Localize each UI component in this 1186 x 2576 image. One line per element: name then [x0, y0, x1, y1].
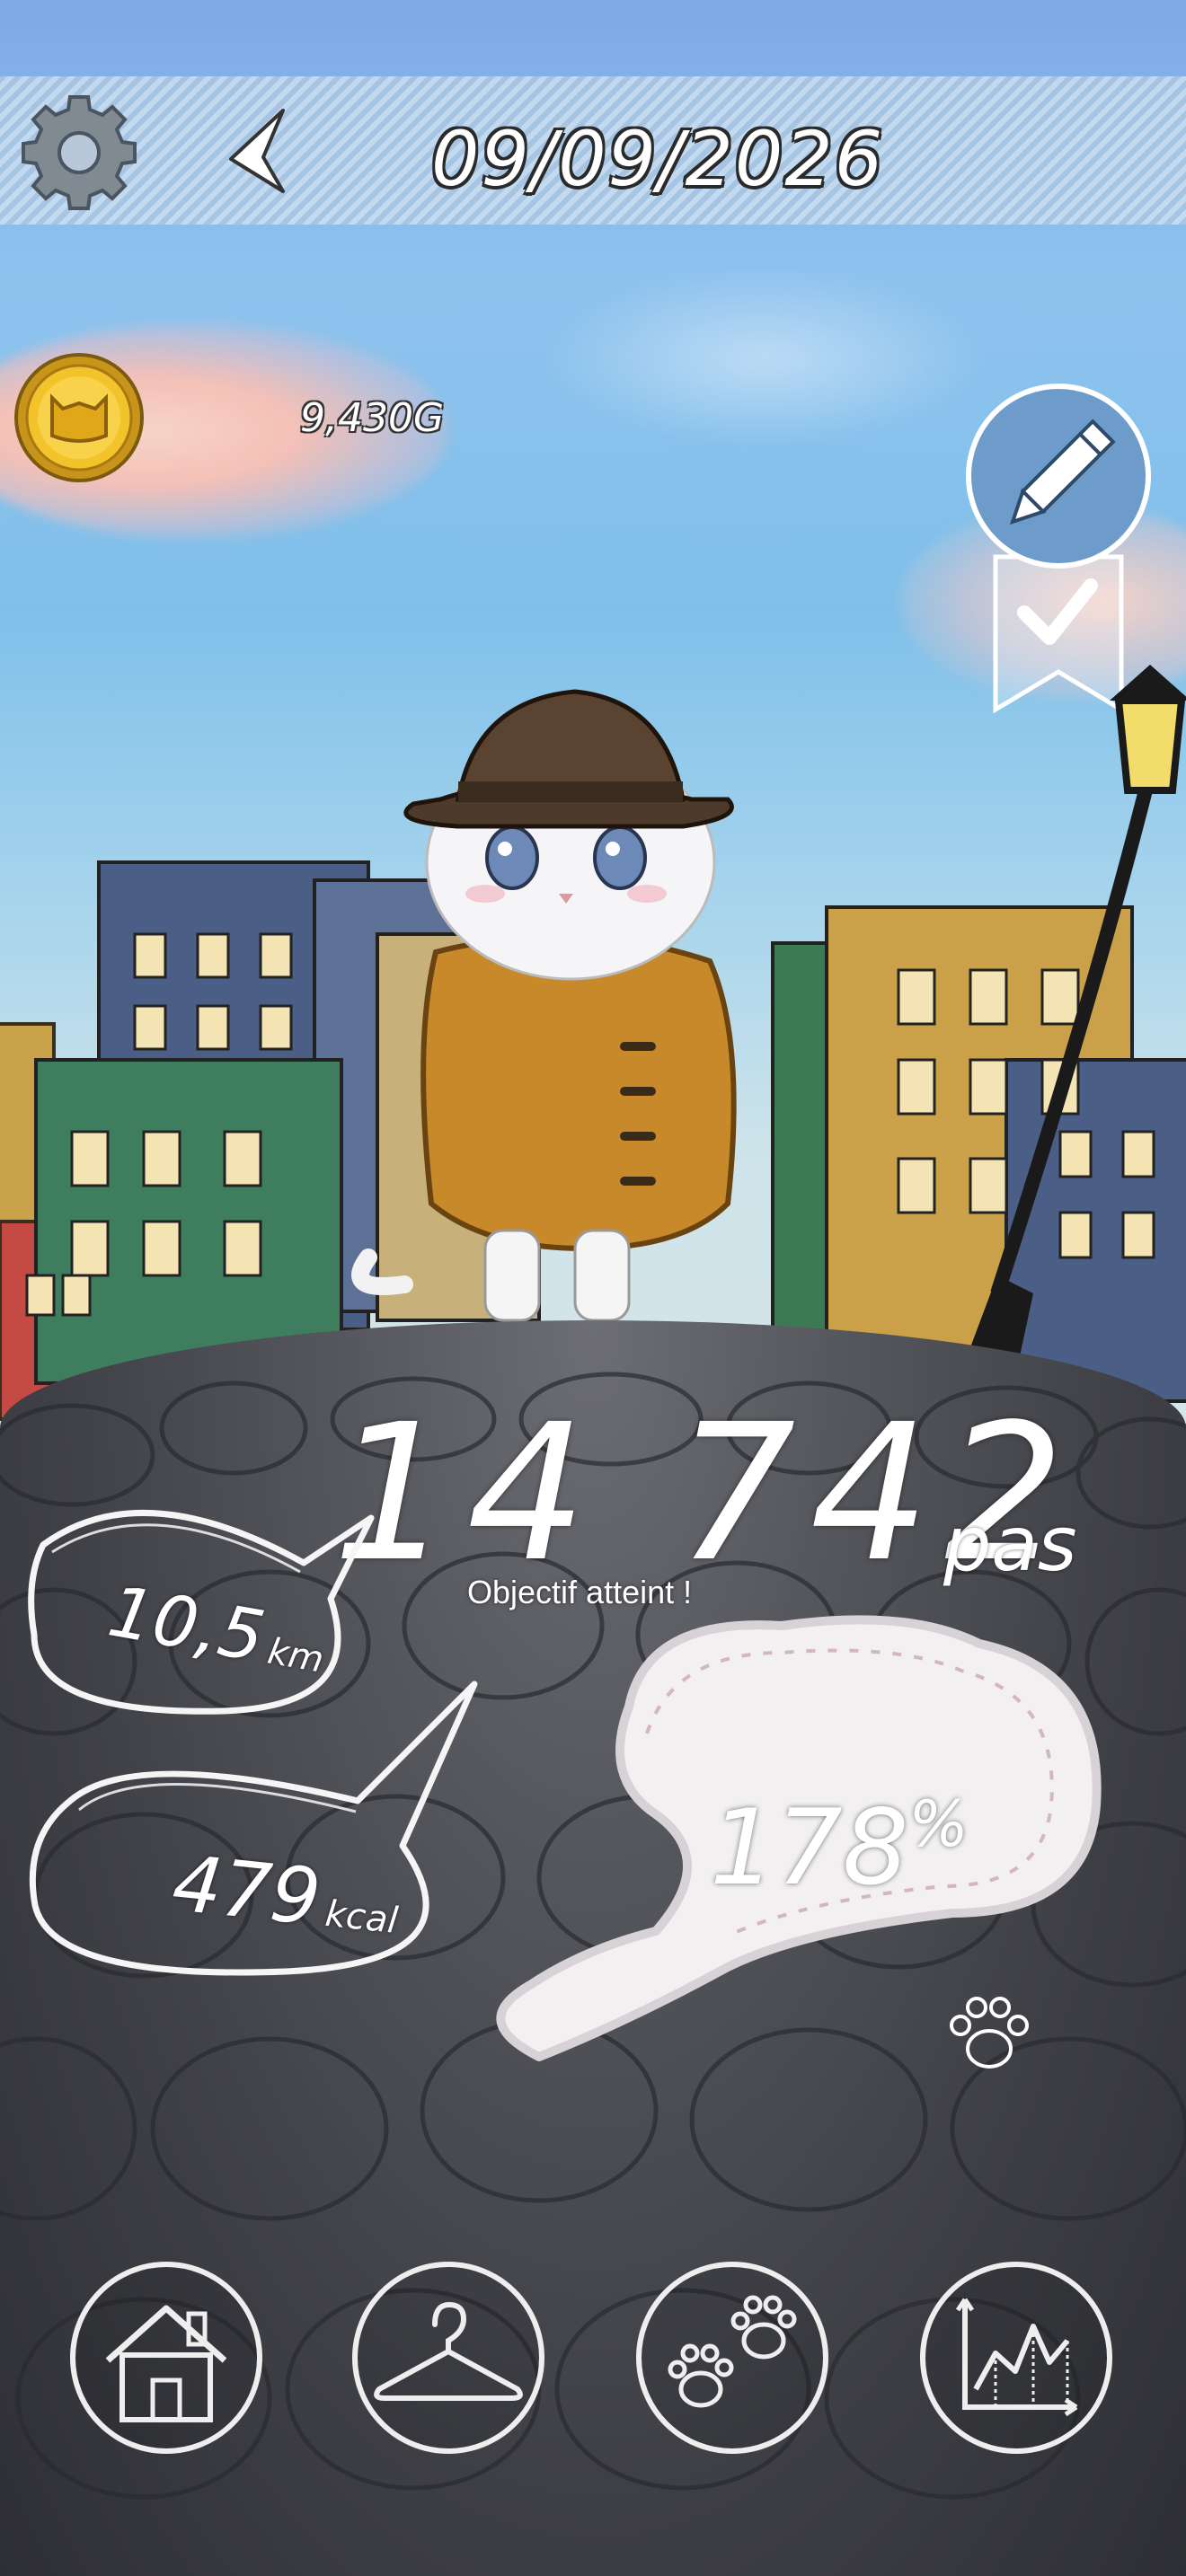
paw-print-icon [950, 1997, 1029, 2069]
date-label: 09/09/2026 [431, 115, 885, 203]
cat-character [351, 689, 737, 1322]
street-lamp [943, 665, 1186, 1419]
goal-percent-display: 178% [710, 1787, 969, 1909]
calories-unit: kcal [323, 1892, 400, 1943]
calories-bubble [29, 1681, 478, 1976]
back-arrow-icon[interactable] [220, 103, 301, 202]
goal-percent-value: 178 [710, 1787, 909, 1909]
nav-wardrobe-button[interactable] [345, 2254, 552, 2461]
chart-icon [920, 2262, 1112, 2454]
step-unit: pas [943, 1500, 1077, 1588]
calories-value: 479 [168, 1839, 325, 1944]
paw-prints-icon [636, 2262, 828, 2454]
settings-gear-icon[interactable] [16, 90, 142, 216]
nav-paws-button[interactable] [629, 2254, 836, 2461]
nav-home-button[interactable] [63, 2254, 270, 2461]
coin-balance: 9,430G [300, 395, 445, 441]
nav-stats-button[interactable] [913, 2254, 1120, 2461]
coin-icon [13, 346, 146, 490]
house-icon [70, 2262, 262, 2454]
cloud [539, 269, 988, 449]
hanger-icon [352, 2262, 544, 2454]
percent-sign: % [908, 1787, 969, 1861]
